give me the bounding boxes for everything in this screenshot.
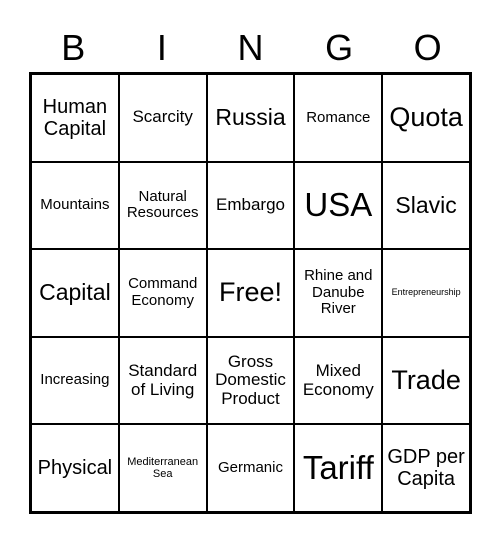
header-letter-i: I [156, 27, 167, 68]
bingo-cell[interactable]: Mountains [31, 161, 119, 250]
bingo-cell[interactable]: Scarcity [118, 74, 207, 162]
bingo-grid: Human Capital Scarcity Russia Romance Qu… [29, 72, 472, 514]
bingo-cell[interactable]: Mixed Economy [294, 336, 383, 425]
bingo-cell[interactable]: Germanic [206, 424, 295, 512]
free-space[interactable]: Free! [206, 249, 295, 337]
bingo-cell[interactable]: Standard of Living [118, 336, 207, 425]
bingo-header: B I N G O [29, 24, 472, 72]
bingo-cell[interactable]: Natural Resources [118, 161, 207, 250]
bingo-cell[interactable]: Rhine and Danube River [294, 249, 383, 337]
bingo-cell[interactable]: Tariff [294, 424, 383, 512]
bingo-cell[interactable]: Human Capital [31, 74, 119, 162]
header-letter-o: O [413, 27, 442, 68]
bingo-cell[interactable]: Gross Domestic Product [206, 336, 295, 425]
bingo-cell[interactable]: Romance [294, 74, 383, 162]
bingo-cell[interactable]: Capital [31, 249, 119, 337]
bingo-cell[interactable]: Entrepreneurship [382, 249, 470, 337]
bingo-cell[interactable]: Russia [206, 74, 295, 162]
header-letter-b: B [61, 27, 86, 68]
bingo-cell[interactable]: USA [294, 161, 383, 250]
bingo-cell[interactable]: GDP per Capita [382, 424, 470, 512]
bingo-cell[interactable]: Mediterranean Sea [118, 424, 207, 512]
bingo-cell[interactable]: Slavic [382, 161, 470, 250]
bingo-cell[interactable]: Command Economy [118, 249, 207, 337]
bingo-cell[interactable]: Quota [382, 74, 470, 162]
header-letter-g: G [325, 27, 354, 68]
bingo-cell[interactable]: Trade [382, 336, 470, 425]
header-letter-n: N [237, 27, 264, 68]
bingo-cell[interactable]: Physical [31, 424, 119, 512]
bingo-cell[interactable]: Embargo [206, 161, 295, 250]
bingo-cell[interactable]: Increasing [31, 336, 119, 425]
